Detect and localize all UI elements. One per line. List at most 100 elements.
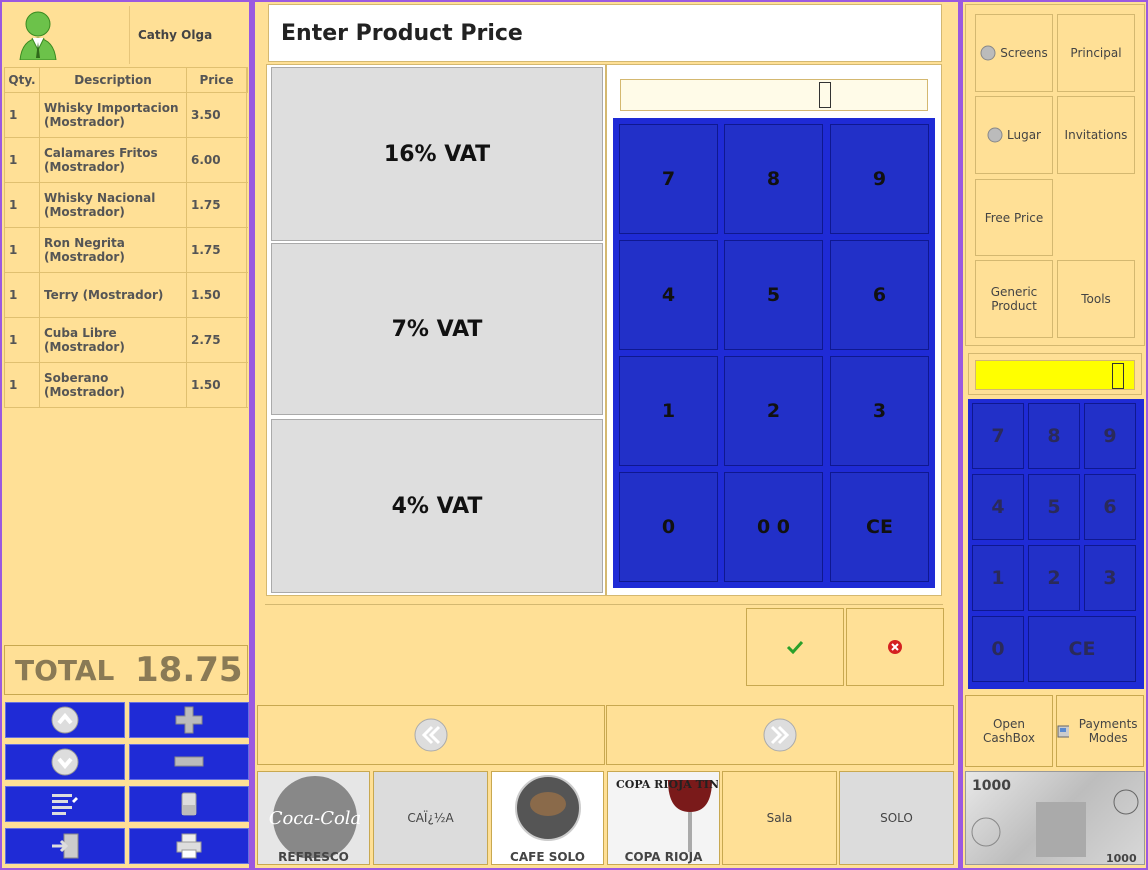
cursor-icon (1112, 363, 1124, 389)
product-label: CAFE SOLO (510, 850, 585, 864)
key-4[interactable]: 4 (619, 240, 718, 350)
key-3[interactable]: 3 (1084, 545, 1136, 611)
table-row[interactable]: 1 Calamares Fritos (Mostrador) 6.00 (4, 138, 248, 183)
row-price: 1.50 (187, 363, 247, 407)
key-ce[interactable]: CE (830, 472, 929, 582)
key-4[interactable]: 4 (972, 474, 1024, 540)
generic-product-button[interactable]: Generic Product (975, 260, 1053, 338)
key-5[interactable]: 5 (724, 240, 823, 350)
row-qty: 1 (5, 273, 40, 317)
product-label: COPA RIOJA (624, 850, 703, 864)
key-9[interactable]: 9 (830, 124, 929, 234)
ticket-header: Qty. Description Price (4, 67, 248, 93)
scroll-up-button[interactable] (5, 702, 125, 738)
table-row[interactable]: 1 Whisky Importacion (Mostrador) 3.50 (4, 93, 248, 138)
payment-modes-button[interactable]: Payments Modes (1056, 695, 1144, 767)
key-6[interactable]: 6 (1084, 474, 1136, 540)
vat-4-button[interactable]: 4% VAT (271, 419, 603, 593)
printer-icon (176, 833, 202, 859)
screens-button[interactable]: Screens (975, 14, 1053, 92)
table-row[interactable]: 1 Soberano (Mostrador) 1.50 (4, 363, 248, 408)
plus-icon (175, 706, 203, 734)
svg-text:Coca-Cola: Coca-Cola (269, 808, 362, 829)
principal-button[interactable]: Principal (1057, 14, 1135, 92)
key-0[interactable]: 0 (972, 616, 1024, 682)
coffee-cup-icon (515, 775, 581, 841)
banknote-icon[interactable]: 1000 1000 (965, 771, 1145, 865)
globe-icon (980, 45, 996, 61)
key-2[interactable]: 2 (1028, 545, 1080, 611)
key-6[interactable]: 6 (830, 240, 929, 350)
coca-cola-logo-icon: Coca-Cola (269, 776, 362, 858)
row-desc: Ron Negrita (Mostrador) (40, 228, 187, 272)
key-7[interactable]: 7 (619, 124, 718, 234)
cancel-button[interactable] (846, 608, 944, 686)
key-5[interactable]: 5 (1028, 474, 1080, 540)
product-cafe-solo-button[interactable]: CAFE SOLO (491, 771, 604, 865)
free-price-button[interactable]: Free Price (975, 179, 1053, 256)
row-qty: 1 (5, 318, 40, 362)
scroll-down-button[interactable] (5, 744, 125, 780)
svg-text:COPA RIOJA TINTO: COPA RIOJA TINTO (616, 778, 718, 791)
row-price: 6.00 (187, 138, 247, 182)
remove-quantity-button[interactable] (129, 744, 249, 780)
vat-16-button[interactable]: 16% VAT (271, 67, 603, 241)
table-row[interactable]: 1 Terry (Mostrador) 1.50 (4, 273, 248, 318)
key-2[interactable]: 2 (724, 356, 823, 466)
user-row: Cathy Olga (4, 6, 248, 64)
key-ce[interactable]: CE (1028, 616, 1136, 682)
vat-7-button[interactable]: 7% VAT (271, 243, 603, 415)
arrow-up-icon (51, 706, 79, 734)
col-description: Description (40, 68, 187, 92)
table-row[interactable]: 1 Whisky Nacional (Mostrador) 1.75 (4, 183, 248, 228)
key-0[interactable]: 0 (619, 472, 718, 582)
delete-line-button[interactable] (129, 786, 249, 822)
product-label: Sala (766, 811, 793, 825)
key-00[interactable]: 0 0 (724, 472, 823, 582)
product-solo-button[interactable]: SOLO (839, 771, 954, 865)
edit-lines-button[interactable] (5, 786, 125, 822)
product-sala-button[interactable]: Sala (722, 771, 837, 865)
product-label: REFRESCO (278, 850, 349, 864)
total-value: 18.75 (135, 650, 243, 690)
svg-text:1000: 1000 (1106, 852, 1137, 865)
row-desc: Cuba Libre (Mostrador) (40, 318, 187, 362)
product-cana-button[interactable]: CAÏ¿½A (373, 771, 488, 865)
tools-button[interactable]: Tools (1057, 260, 1135, 338)
close-icon (888, 640, 902, 654)
next-page-button[interactable] (606, 705, 954, 765)
open-cashbox-button[interactable]: Open CashBox (965, 695, 1053, 767)
invitations-button[interactable]: Invitations (1057, 96, 1135, 174)
col-price: Price (187, 68, 247, 92)
product-refresco-button[interactable]: Coca-Cola REFRESCO (257, 771, 370, 865)
logout-button[interactable] (5, 828, 125, 864)
print-button[interactable] (129, 828, 249, 864)
key-7[interactable]: 7 (972, 403, 1024, 469)
key-1[interactable]: 1 (619, 356, 718, 466)
table-row[interactable]: 1 Ron Negrita (Mostrador) 1.75 (4, 228, 248, 273)
add-quantity-button[interactable] (129, 702, 249, 738)
dialog-title: Enter Product Price (268, 4, 942, 62)
key-1[interactable]: 1 (972, 545, 1024, 611)
previous-page-button[interactable] (257, 705, 605, 765)
ok-button[interactable] (746, 608, 844, 686)
key-8[interactable]: 8 (724, 124, 823, 234)
row-price: 1.75 (187, 183, 247, 227)
product-copa-rioja-button[interactable]: COPA RIOJA TINTO COPA RIOJA (607, 771, 720, 865)
price-input[interactable] (620, 79, 928, 111)
payment-keypad: 7 8 9 4 5 6 1 2 3 0 CE (968, 399, 1144, 689)
divider (265, 604, 943, 605)
key-3[interactable]: 3 (830, 356, 929, 466)
cash-register-icon (1057, 725, 1070, 738)
product-label: SOLO (880, 811, 913, 825)
row-qty: 1 (5, 183, 40, 227)
svg-text:1000: 1000 (972, 778, 1011, 794)
key-8[interactable]: 8 (1028, 403, 1080, 469)
table-row[interactable]: 1 Cuba Libre (Mostrador) 2.75 (4, 318, 248, 363)
amount-input[interactable] (975, 360, 1135, 390)
key-9[interactable]: 9 (1084, 403, 1136, 469)
user-avatar-icon[interactable] (6, 6, 130, 64)
total-label: TOTAL (15, 653, 115, 687)
row-qty: 1 (5, 228, 40, 272)
lugar-button[interactable]: Lugar (975, 96, 1053, 174)
